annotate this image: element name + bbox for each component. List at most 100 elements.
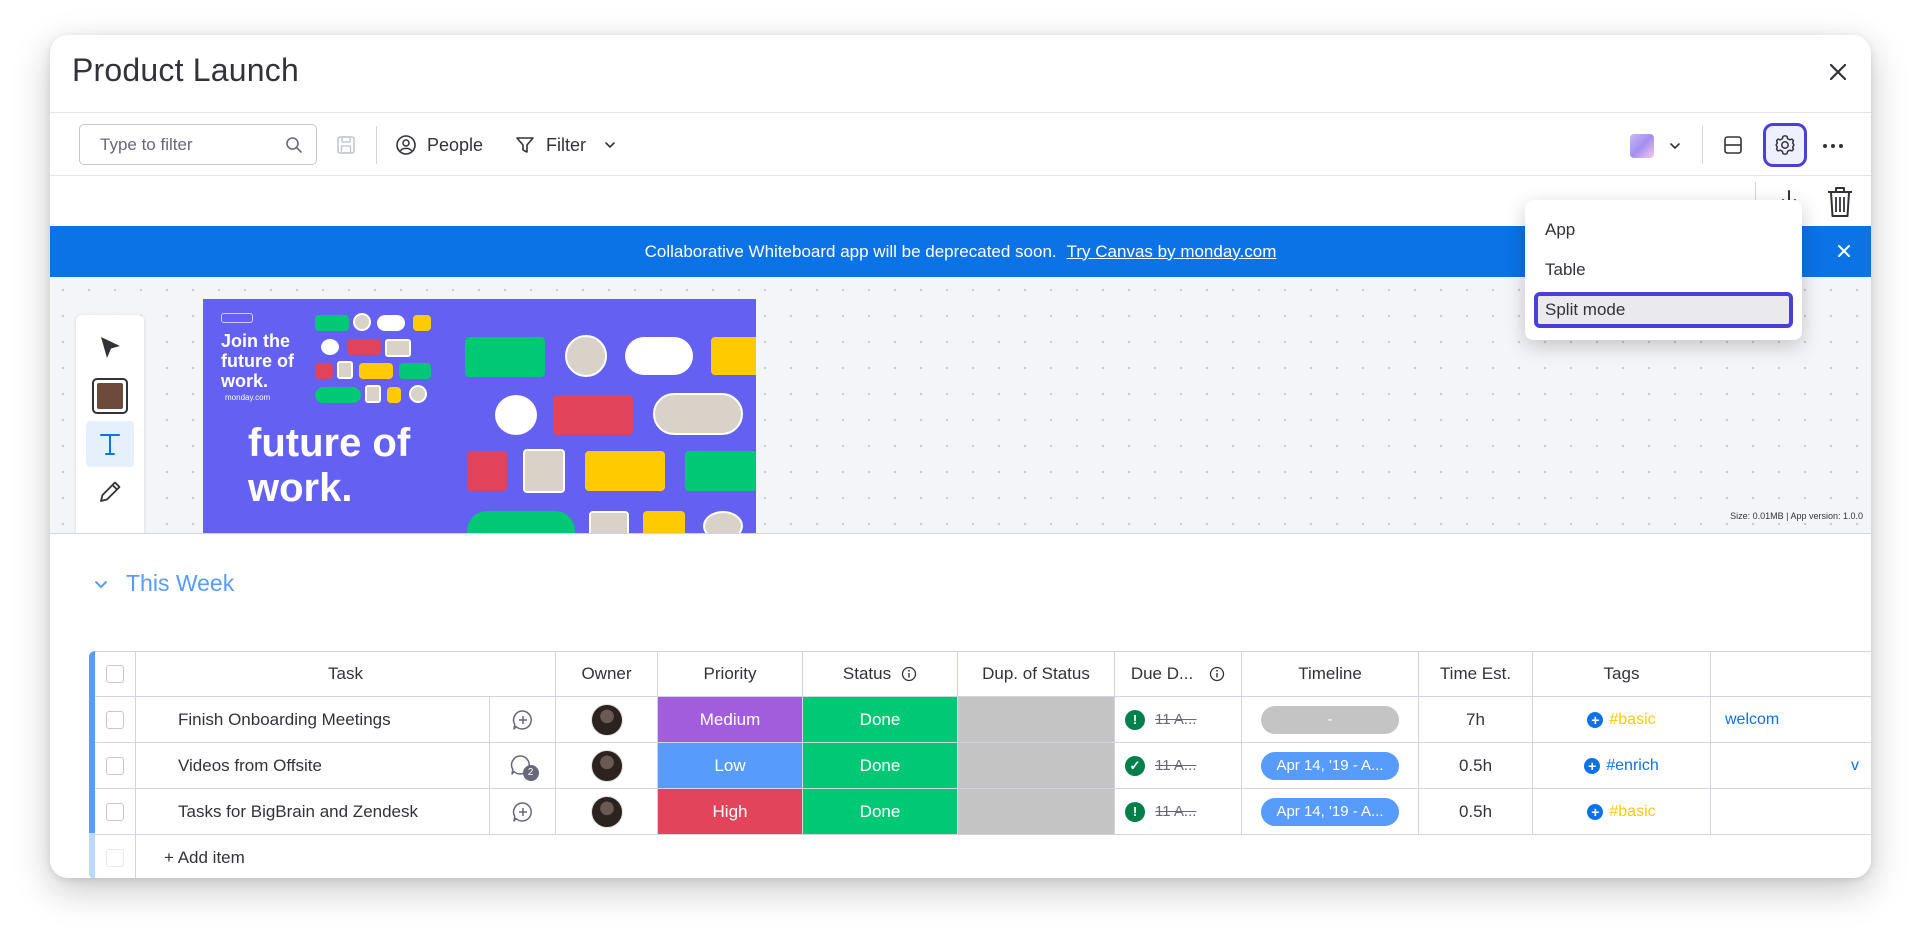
status-cell[interactable]: Done xyxy=(803,789,958,834)
link-cell[interactable] xyxy=(1711,789,1861,834)
priority-cell[interactable]: High xyxy=(658,789,803,834)
conversation-cell[interactable] xyxy=(490,697,556,742)
menu-item-app[interactable]: App xyxy=(1534,212,1793,248)
tags-cell[interactable]: + #basic xyxy=(1533,697,1711,742)
chevron-down-icon[interactable] xyxy=(90,573,112,595)
dup-status-cell[interactable] xyxy=(958,743,1115,788)
people-label: People xyxy=(427,134,484,155)
col-header-priority[interactable]: Priority xyxy=(658,652,803,696)
pen-tool[interactable] xyxy=(86,469,134,515)
table-header-row: Task Owner Priority Status Dup. of Statu… xyxy=(95,651,1871,697)
group-header[interactable]: This Week xyxy=(90,570,234,597)
view-settings-button[interactable] xyxy=(1763,123,1807,167)
task-name[interactable]: Videos from Offsite xyxy=(136,743,490,788)
timeline-cell[interactable]: - xyxy=(1242,697,1419,742)
dup-status-cell[interactable] xyxy=(958,789,1115,834)
timeline-cell[interactable]: Apr 14, '19 - A... xyxy=(1242,789,1419,834)
link-cell[interactable]: v xyxy=(1711,743,1861,788)
status-cell[interactable]: Done xyxy=(803,697,958,742)
add-item-input[interactable]: + Add item xyxy=(136,835,1861,878)
text-tool[interactable] xyxy=(86,421,134,467)
select-all-checkbox[interactable] xyxy=(106,665,124,683)
row-checkbox[interactable] xyxy=(106,756,124,775)
select-tool[interactable] xyxy=(86,325,134,371)
table-row[interactable]: Tasks for BigBrain and Zendesk High Done… xyxy=(95,789,1871,835)
add-tag-icon[interactable]: + xyxy=(1584,757,1601,774)
col-header-due-label: Due D... xyxy=(1130,664,1194,683)
time-est-cell[interactable]: 0.5h xyxy=(1419,789,1533,834)
row-checkbox[interactable] xyxy=(106,802,124,821)
canvas-meta: Size: 0.01MB | App version: 1.0.0 xyxy=(1730,511,1863,521)
col-header-status-label: Status xyxy=(842,664,892,683)
tag-label: #basic xyxy=(1609,710,1656,728)
timeline-cell[interactable]: Apr 14, '19 - A... xyxy=(1242,743,1419,788)
close-icon[interactable] xyxy=(1835,242,1853,260)
time-est-cell[interactable]: 7h xyxy=(1419,697,1533,742)
col-header-status[interactable]: Status xyxy=(803,652,958,696)
col-header-task[interactable]: Task xyxy=(136,652,556,696)
whiteboard-app-icon[interactable] xyxy=(1630,134,1654,158)
conversation-cell[interactable]: 2 xyxy=(490,743,556,788)
cursor-arrow-icon xyxy=(101,337,120,358)
status-cell[interactable]: Done xyxy=(803,743,958,788)
close-icon[interactable] xyxy=(1823,57,1853,87)
save-view-icon[interactable] xyxy=(335,134,357,156)
task-name[interactable]: Tasks for BigBrain and Zendesk xyxy=(136,789,490,834)
split-view-icon[interactable] xyxy=(1722,134,1744,156)
tags-cell[interactable]: + #basic xyxy=(1533,789,1711,834)
menu-item-split-mode[interactable]: Split mode xyxy=(1534,292,1793,328)
owner-cell[interactable] xyxy=(556,697,658,742)
try-canvas-link[interactable]: Try Canvas by monday.com xyxy=(1067,242,1277,262)
due-date-cell[interactable]: ! 11 A... xyxy=(1115,789,1242,834)
due-date-cell[interactable]: ✓ 11 A... xyxy=(1115,743,1242,788)
tags-cell[interactable]: + #enrich xyxy=(1533,743,1711,788)
select-all-cell xyxy=(95,652,136,696)
timeline-value: - xyxy=(1261,705,1399,734)
trash-icon[interactable] xyxy=(1825,185,1855,219)
priority-cell[interactable]: Low xyxy=(658,743,803,788)
text-t-icon xyxy=(100,434,120,455)
owner-cell[interactable] xyxy=(556,743,658,788)
row-checkbox xyxy=(106,848,124,867)
add-item-row[interactable]: + Add item xyxy=(95,835,1871,878)
due-date-cell[interactable]: ! 11 A... xyxy=(1115,697,1242,742)
avatar xyxy=(590,703,623,736)
add-tag-icon[interactable]: + xyxy=(1587,803,1604,820)
col-header-owner[interactable]: Owner xyxy=(556,652,658,696)
filter-button[interactable]: Filter xyxy=(514,127,618,163)
color-tool[interactable] xyxy=(86,373,134,419)
filter-input[interactable] xyxy=(80,125,270,164)
priority-label: Low xyxy=(658,743,802,788)
search-icon[interactable] xyxy=(284,135,304,155)
time-est-cell[interactable]: 0.5h xyxy=(1419,743,1533,788)
dup-status-cell[interactable] xyxy=(958,697,1115,742)
conversation-cell[interactable] xyxy=(490,789,556,834)
col-header-dup-status[interactable]: Dup. of Status xyxy=(958,652,1115,696)
col-header-tags[interactable]: Tags xyxy=(1533,652,1711,696)
row-checkbox[interactable] xyxy=(106,710,124,729)
table-row[interactable]: Finish Onboarding Meetings Medium Done !… xyxy=(95,697,1871,743)
link-cell[interactable]: welcom xyxy=(1711,697,1861,742)
col-header-time-est[interactable]: Time Est. xyxy=(1419,652,1533,696)
chevron-down-icon[interactable] xyxy=(1667,138,1683,154)
more-options-icon[interactable] xyxy=(1823,144,1843,148)
group-title[interactable]: This Week xyxy=(126,570,234,597)
alert-icon: ! xyxy=(1125,709,1145,730)
tag: + #enrich xyxy=(1584,757,1659,775)
page-title: Product Launch xyxy=(72,52,299,88)
add-tag-icon[interactable]: + xyxy=(1587,711,1604,728)
priority-cell[interactable]: Medium xyxy=(658,697,803,742)
info-icon[interactable] xyxy=(901,666,917,682)
people-button[interactable]: People xyxy=(395,127,483,163)
task-name[interactable]: Finish Onboarding Meetings xyxy=(136,697,490,742)
filter-field xyxy=(79,124,317,165)
banner-message: Collaborative Whiteboard app will be dep… xyxy=(644,241,1057,261)
info-icon[interactable] xyxy=(1209,666,1225,682)
image-big-text: future of work. xyxy=(248,421,411,510)
canvas-image[interactable]: Join the future of work. monday.com futu… xyxy=(203,299,756,533)
menu-item-table[interactable]: Table xyxy=(1534,252,1793,288)
owner-cell[interactable] xyxy=(556,789,658,834)
col-header-timeline[interactable]: Timeline xyxy=(1242,652,1419,696)
table-row[interactable]: Videos from Offsite 2 Low Done ✓ 11 A... … xyxy=(95,743,1871,789)
col-header-due-date[interactable]: Due D... xyxy=(1115,652,1242,696)
